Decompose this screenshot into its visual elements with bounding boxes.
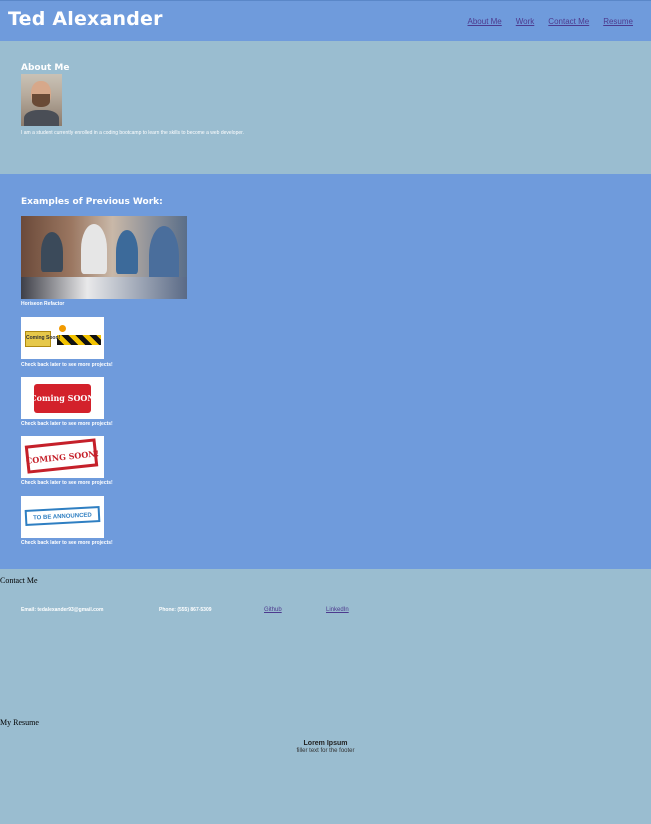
site-footer: Lorem Ipsum filler text for the footer [0,740,651,755]
contact-email: Email: tedalexander93@gmail.com [21,607,104,613]
project-image-coming-soon-3[interactable]: COMING SOON! [21,436,104,478]
footer-title: Lorem Ipsum [303,740,348,747]
project-image-horiseon[interactable] [21,216,187,299]
project-image-coming-soon-2[interactable]: Coming SOON [21,377,104,419]
project-caption-2: Check back later to see more projects! [21,362,113,368]
profile-photo [21,74,62,126]
resume-heading: My Resume [0,718,39,727]
linkedin-link[interactable]: LinkedIn [326,607,349,613]
project-caption-1: Horiseon Refactor [21,301,65,307]
main-nav: About Me Work Contact Me Resume [454,17,633,26]
about-heading: About Me [21,63,70,73]
site-header: Ted Alexander About Me Work Contact Me Resu… [0,0,651,41]
nav-link-contact-me[interactable]: Contact Me [548,17,589,26]
project-caption-4: Check back later to see more projects! [21,480,113,486]
footer-text: filler text for the footer [296,748,355,754]
nav-link-work[interactable]: Work [516,17,535,26]
project-caption-5: Check back later to see more projects! [21,540,113,546]
project-image-to-be-announced[interactable]: TO BE ANNOUNCED [21,496,104,538]
work-section: Examples of Previous Work: Horiseon Refa… [0,174,651,569]
nav-link-resume[interactable]: Resume [603,17,633,26]
project-caption-3: Check back later to see more projects! [21,421,113,427]
work-heading: Examples of Previous Work: [21,197,163,207]
nav-link-about-me[interactable]: About Me [468,17,502,26]
github-link[interactable]: Github [264,607,282,613]
site-title: Ted Alexander [8,8,163,30]
about-section: About Me I am a student currently enroll… [0,41,651,174]
about-bio: I am a student currently enrolled in a c… [21,130,244,136]
project-image-coming-soon-1[interactable]: Coming Soon! [21,317,104,359]
contact-heading: Contact Me [0,576,38,585]
contact-phone: Phone: (555) 867-5309 [159,607,212,613]
